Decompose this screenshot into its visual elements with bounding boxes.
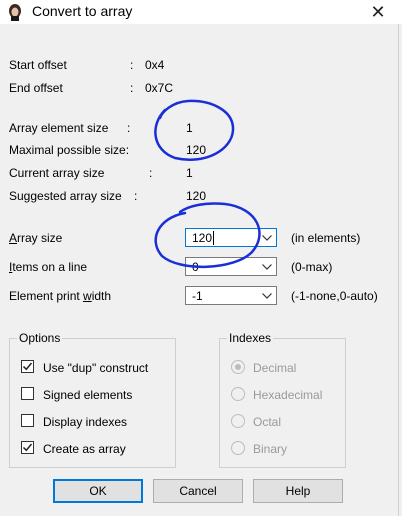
signed-elements-label[interactable]: Signed elements	[43, 388, 132, 402]
check-icon	[22, 443, 33, 452]
suggested-array-size-colon: :	[134, 189, 138, 203]
suggested-array-size-value: 120	[186, 189, 207, 203]
items-on-line-combo[interactable]: 0	[185, 257, 277, 276]
hexadecimal-radio[interactable]	[231, 387, 245, 401]
element-print-width-label: Element print width	[9, 289, 112, 303]
octal-label[interactable]: Octal	[253, 415, 281, 429]
chevron-down-icon[interactable]	[260, 230, 274, 245]
app-icon	[6, 3, 24, 21]
items-on-line-value: 0	[192, 260, 199, 274]
create-as-array-checkbox[interactable]	[21, 441, 34, 454]
options-title: Options	[17, 331, 63, 345]
current-array-size-value: 1	[186, 166, 193, 180]
array-size-label: Array size	[9, 231, 63, 245]
chevron-down-icon[interactable]	[260, 259, 274, 274]
help-button[interactable]: Help	[253, 479, 343, 503]
maximal-possible-size-label: Maximal possible size:	[9, 143, 130, 157]
window-border	[398, 24, 399, 516]
octal-radio[interactable]	[231, 414, 245, 428]
window-title: Convert to array	[32, 3, 133, 19]
suggested-array-size-label: Suggested array size	[9, 189, 122, 203]
binary-label[interactable]: Binary	[253, 442, 287, 456]
binary-radio[interactable]	[231, 441, 245, 455]
check-icon	[22, 362, 33, 371]
maximal-possible-size-value: 120	[186, 143, 207, 157]
end-offset-label: End offset	[9, 81, 63, 95]
array-size-value: 120	[192, 231, 213, 245]
array-size-unit: (in elements)	[291, 231, 361, 245]
start-offset-value: 0x4	[145, 58, 165, 72]
element-print-width-combo[interactable]: -1	[185, 286, 277, 305]
decimal-radio[interactable]	[231, 360, 245, 374]
display-indexes-checkbox[interactable]	[21, 414, 34, 427]
display-indexes-label[interactable]: Display indexes	[43, 415, 127, 429]
cancel-button[interactable]: Cancel	[153, 479, 243, 503]
end-offset-colon: :	[130, 81, 134, 95]
current-array-size-label: Current array size	[9, 166, 105, 180]
element-print-width-value: -1	[192, 289, 203, 303]
array-element-size-value: 1	[186, 121, 193, 135]
title-bar: Convert to array ✕	[0, 0, 402, 24]
current-array-size-colon: :	[149, 166, 153, 180]
start-offset-label: Start offset	[9, 58, 67, 72]
use-dup-label[interactable]: Use "dup" construct	[43, 361, 148, 375]
items-on-line-label: Items on a line	[9, 260, 88, 274]
ok-button[interactable]: OK	[53, 479, 143, 503]
create-as-array-label[interactable]: Create as array	[43, 442, 126, 456]
array-element-size-label: Array element size	[9, 121, 109, 135]
start-offset-colon: :	[130, 58, 134, 72]
items-on-line-unit: (0-max)	[291, 260, 333, 274]
array-size-combo[interactable]: 120	[185, 228, 277, 247]
chevron-down-icon[interactable]	[260, 288, 274, 303]
array-element-size-colon: :	[127, 121, 131, 135]
use-dup-checkbox[interactable]	[21, 360, 34, 373]
element-print-width-unit: (-1-none,0-auto)	[291, 289, 378, 303]
close-icon[interactable]: ✕	[360, 0, 396, 24]
hexadecimal-label[interactable]: Hexadecimal	[253, 388, 322, 402]
indexes-title: Indexes	[227, 331, 274, 345]
end-offset-value: 0x7C	[145, 81, 174, 95]
text-cursor	[213, 231, 214, 245]
decimal-label[interactable]: Decimal	[253, 361, 296, 375]
signed-elements-checkbox[interactable]	[21, 387, 34, 400]
